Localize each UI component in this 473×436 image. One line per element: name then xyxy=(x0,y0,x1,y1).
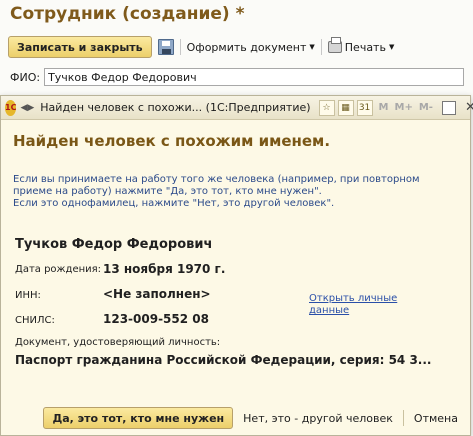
birth-date-value: 13 ноября 1970 г. xyxy=(103,262,226,276)
form-document-menu[interactable]: Оформить документ ▼ xyxy=(187,41,315,54)
inn-label: ИНН: xyxy=(15,290,41,301)
birth-date-label: Дата рождения: xyxy=(15,264,102,275)
dialog-info-text: Если вы принимаете на работу того же чел… xyxy=(13,174,453,210)
dialog-title: Найден человек с похожи... (1С:Предприят… xyxy=(40,101,311,114)
id-document-value: Паспорт гражданина Российской Федерации,… xyxy=(15,353,432,367)
fio-field[interactable]: Тучков Федор Федорович xyxy=(44,68,465,86)
toolbar-separator xyxy=(320,39,322,55)
back-arrow-icon[interactable]: ◀ xyxy=(20,101,27,114)
save-and-close-button[interactable]: Записать и закрыть xyxy=(8,36,152,58)
dialog-titlebar: 1С ◀ ▶ Найден человек с похожи... (1С:Пр… xyxy=(1,96,473,120)
yes-same-person-button[interactable]: Да, это тот, кто мне нужен xyxy=(43,407,234,429)
memory-button[interactable]: M xyxy=(379,102,389,113)
toolbar-separator xyxy=(179,39,181,55)
dialog-toolbar: ☆ ▦ 31 M M+ M- ✕ xyxy=(318,99,473,116)
dialog-heading: Найден человек с похожим именем. xyxy=(13,132,331,150)
calendar-icon[interactable]: 31 xyxy=(356,99,373,116)
fio-row: ФИО: Тучков Федор Федорович xyxy=(10,68,465,86)
memory-plus-button[interactable]: M+ xyxy=(395,102,413,113)
inn-value: <Не заполнен> xyxy=(103,287,211,301)
chevron-down-icon: ▼ xyxy=(388,43,395,51)
maximize-icon[interactable] xyxy=(441,100,456,115)
form-document-label: Оформить документ xyxy=(186,40,307,54)
snils-value: 123-009-552 08 xyxy=(103,312,209,326)
star-icon[interactable]: ☆ xyxy=(318,99,335,116)
info-line: Если вы принимаете на работу того же чел… xyxy=(13,174,420,197)
info-line: Если это однофамилец, нажмите "Нет, это … xyxy=(13,198,335,209)
snils-label: СНИЛС: xyxy=(15,315,55,326)
chevron-down-icon: ▼ xyxy=(309,43,315,51)
id-document-label: Документ, удостоверяющий личность: xyxy=(15,337,221,348)
fio-label: ФИО: xyxy=(10,70,41,84)
no-other-person-button[interactable]: Нет, это - другой человек xyxy=(239,408,397,428)
similar-person-dialog: 1С ◀ ▶ Найден человек с похожи... (1С:Пр… xyxy=(0,95,473,436)
calculator-icon[interactable]: ▦ xyxy=(337,99,354,116)
printer-icon xyxy=(327,37,342,53)
open-personal-data-link[interactable]: Открыть личные данные xyxy=(309,293,399,317)
form-toolbar: Записать и закрыть Оформить документ ▼ П… xyxy=(8,36,394,58)
memory-minus-button[interactable]: M- xyxy=(419,102,433,113)
print-menu[interactable]: Печать ▼ xyxy=(327,37,395,54)
forward-arrow-icon[interactable]: ▶ xyxy=(27,101,34,114)
1c-logo-icon: 1С xyxy=(5,99,17,116)
floppy-disk-icon[interactable] xyxy=(157,39,174,55)
form-title: Сотрудник (создание) * xyxy=(10,4,245,24)
close-icon[interactable]: ✕ xyxy=(465,100,473,115)
footer-separator xyxy=(402,410,404,426)
person-name: Тучков Федор Федорович xyxy=(15,237,213,252)
dialog-footer: Да, это тот, кто мне нужен Нет, это - др… xyxy=(1,401,470,435)
cancel-button[interactable]: Отмена xyxy=(410,408,462,428)
print-label: Печать xyxy=(344,40,386,54)
